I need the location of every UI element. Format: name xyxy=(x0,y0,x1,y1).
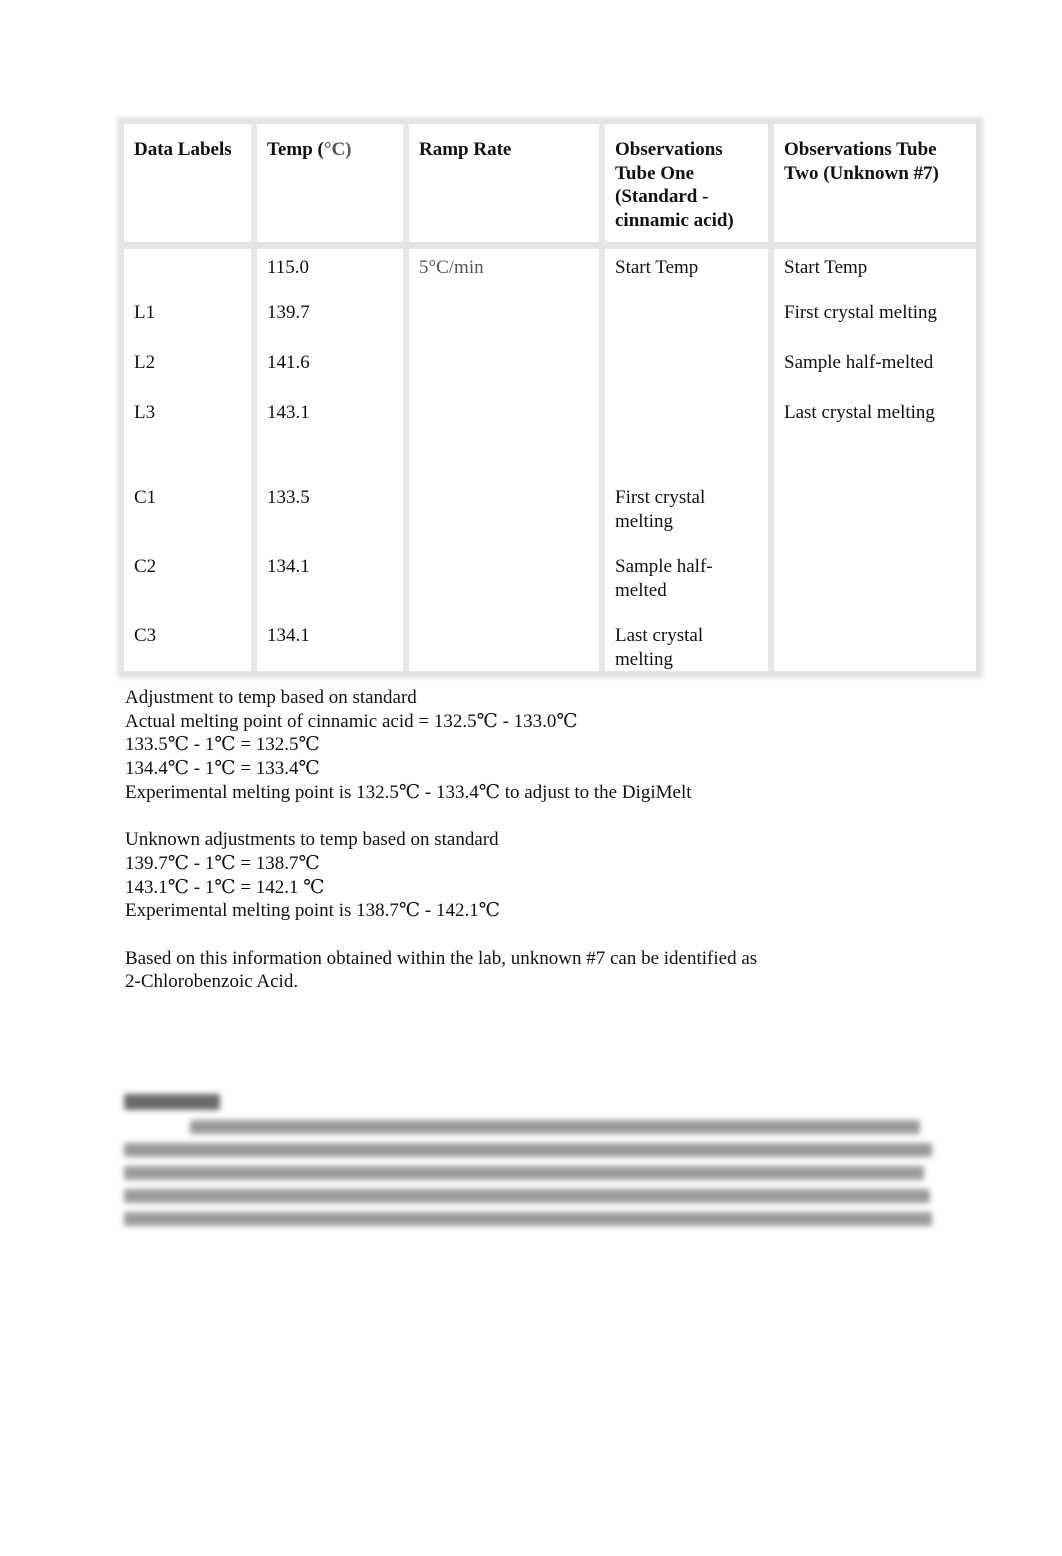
cell-empty xyxy=(774,444,976,484)
table-row-empty xyxy=(124,444,976,484)
cell-temp: 133.5 xyxy=(257,484,409,553)
conclusion-section: Based on this information obtained withi… xyxy=(125,947,925,994)
conclusion-line: Based on this information obtained withi… xyxy=(125,947,758,969)
experimental-result-line: Experimental melting point is 138.7℃ - 1… xyxy=(125,900,500,922)
cell-label: C1 xyxy=(124,484,257,553)
header-temp: Temp (°C) xyxy=(257,124,409,249)
melting-point-table-container: Data Labels Temp (°C) Ramp Rate Observat… xyxy=(120,120,980,675)
cell-temp: 139.7 xyxy=(257,294,409,344)
cell-label: L1 xyxy=(124,294,257,344)
table-header-row: Data Labels Temp (°C) Ramp Rate Observat… xyxy=(124,124,976,249)
cell-ramp-rate xyxy=(409,344,605,394)
cell-tube-two xyxy=(774,553,976,622)
cell-temp: 134.1 xyxy=(257,553,409,622)
cell-tube-one xyxy=(605,394,774,444)
unknown-adjustment-heading: Unknown adjustments to temp based on sta… xyxy=(125,829,499,851)
table-row: L3 143.1 Last crystal melting xyxy=(124,394,976,444)
calculation-line: 139.7℃ - 1℃ = 138.7℃ xyxy=(125,852,320,874)
table-row: C3 134.1 Last crystal melting xyxy=(124,622,976,671)
cell-empty xyxy=(257,444,409,484)
cell-empty xyxy=(124,444,257,484)
cell-ramp-rate xyxy=(409,622,605,671)
header-tube-two: Observations Tube Two (Unknown #7) xyxy=(774,124,976,249)
calculation-notes: Adjustment to temp based on standard Act… xyxy=(125,686,925,994)
cell-tube-one: Last crystal melting xyxy=(605,622,774,671)
cell-ramp-rate xyxy=(409,553,605,622)
calculation-line: 134.4℃ - 1℃ = 133.4℃ xyxy=(125,758,320,780)
cell-label: L3 xyxy=(124,394,257,444)
blurred-text-line xyxy=(124,1212,932,1226)
header-data-labels: Data Labels xyxy=(124,124,257,249)
cell-label xyxy=(124,249,257,294)
cell-tube-two: Last crystal melting xyxy=(774,394,976,444)
blurred-discussion-section xyxy=(124,1094,936,1235)
cell-tube-one: Sample half-melted xyxy=(605,553,774,622)
calculation-line: 143.1℃ - 1℃ = 142.1 ℃ xyxy=(125,876,325,898)
experimental-result-line: Experimental melting point is 132.5℃ - 1… xyxy=(125,781,692,803)
melting-point-table: Data Labels Temp (°C) Ramp Rate Observat… xyxy=(120,120,980,675)
cell-tube-one xyxy=(605,294,774,344)
cell-ramp-rate xyxy=(409,484,605,553)
header-temp-unit: °C) xyxy=(323,139,352,160)
cell-tube-one: First crystal melting xyxy=(605,484,774,553)
table-row: L1 139.7 First crystal melting xyxy=(124,294,976,344)
cell-tube-two: First crystal melting xyxy=(774,294,976,344)
blurred-text-line xyxy=(190,1120,920,1134)
cell-label: L2 xyxy=(124,344,257,394)
standard-adjustment-heading: Adjustment to temp based on standard xyxy=(125,687,417,708)
cell-label: C3 xyxy=(124,622,257,671)
table-row: C2 134.1 Sample half-melted xyxy=(124,553,976,622)
cell-temp: 115.0 xyxy=(257,249,409,294)
standard-adjustment-section: Adjustment to temp based on standard Act… xyxy=(125,686,925,805)
header-ramp-rate: Ramp Rate xyxy=(409,124,605,249)
cell-empty xyxy=(605,444,774,484)
cell-empty xyxy=(409,444,605,484)
blurred-heading xyxy=(124,1094,220,1110)
cell-tube-two: Sample half-melted xyxy=(774,344,976,394)
cell-tube-two xyxy=(774,622,976,671)
blurred-text-line xyxy=(124,1166,924,1180)
actual-melting-point-line: Actual melting point of cinnamic acid = … xyxy=(125,710,578,732)
calculation-line: 133.5℃ - 1℃ = 132.5℃ xyxy=(125,734,320,756)
cell-tube-two xyxy=(774,484,976,553)
cell-temp: 141.6 xyxy=(257,344,409,394)
header-tube-one: Observations Tube One (Standard - cinnam… xyxy=(605,124,774,249)
cell-ramp-rate: 5°C/min xyxy=(409,249,605,294)
cell-temp: 134.1 xyxy=(257,622,409,671)
cell-tube-one xyxy=(605,344,774,394)
table-row: L2 141.6 Sample half-melted xyxy=(124,344,976,394)
unknown-adjustment-section: Unknown adjustments to temp based on sta… xyxy=(125,828,925,923)
cell-label: C2 xyxy=(124,553,257,622)
cell-ramp-rate xyxy=(409,294,605,344)
cell-temp: 143.1 xyxy=(257,394,409,444)
cell-ramp-rate xyxy=(409,394,605,444)
table-row: C1 133.5 First crystal melting xyxy=(124,484,976,553)
conclusion-compound: 2-Chlorobenzoic Acid. xyxy=(125,971,299,993)
blurred-text-line xyxy=(124,1143,932,1157)
header-temp-label: Temp ( xyxy=(267,139,324,160)
table-row-start: 115.0 5°C/min Start Temp Start Temp xyxy=(124,249,976,294)
cell-tube-one: Start Temp xyxy=(605,249,774,294)
blurred-text-line xyxy=(124,1189,930,1203)
cell-tube-two: Start Temp xyxy=(774,249,976,294)
